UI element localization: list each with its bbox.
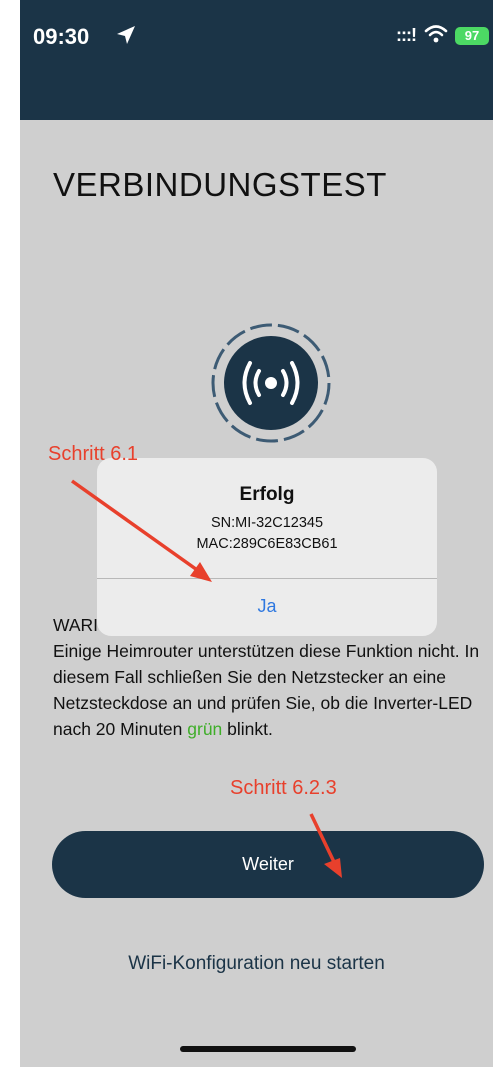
battery-icon: 97: [455, 27, 489, 45]
dialog-serial-number: SN:MI-32C12345: [210, 515, 324, 531]
home-indicator[interactable]: [180, 1046, 356, 1052]
warning-body-end: blinkt.: [222, 719, 273, 739]
dialog-mac-address: MAC:289C6E83CB61: [196, 536, 338, 552]
dialog-confirm-button[interactable]: Ja: [97, 579, 437, 636]
page-title: VERBINDUNGSTEST: [53, 166, 387, 203]
annotation-step-2: Schritt 6.2.3: [230, 777, 337, 799]
dialog-title: Erfolg: [239, 484, 295, 505]
wifi-icon: [424, 25, 448, 43]
location-arrow-icon: [117, 26, 135, 44]
status-time: 09:30: [33, 24, 90, 49]
annotation-step-1: Schritt 6.1: [48, 443, 139, 465]
status-bar: 09:30 :::! 97: [20, 0, 493, 120]
wireless-broadcast-icon: [211, 323, 331, 443]
next-button[interactable]: Weiter: [52, 831, 484, 898]
warning-green-word: grün: [187, 719, 223, 739]
battery-level: 97: [464, 28, 480, 43]
warning-label: WARI: [53, 615, 99, 635]
success-dialog: Erfolg SN:MI-32C12345 MAC:289C6E83CB61 J…: [97, 458, 437, 636]
app-screen: 09:30 :::! 97 VERBINDUNGSTEST WARI Einig…: [20, 0, 493, 1067]
cellular-signal-icon: :::!: [396, 25, 417, 45]
restart-wifi-config-link[interactable]: WiFi-Konfiguration neu starten: [20, 953, 493, 975]
